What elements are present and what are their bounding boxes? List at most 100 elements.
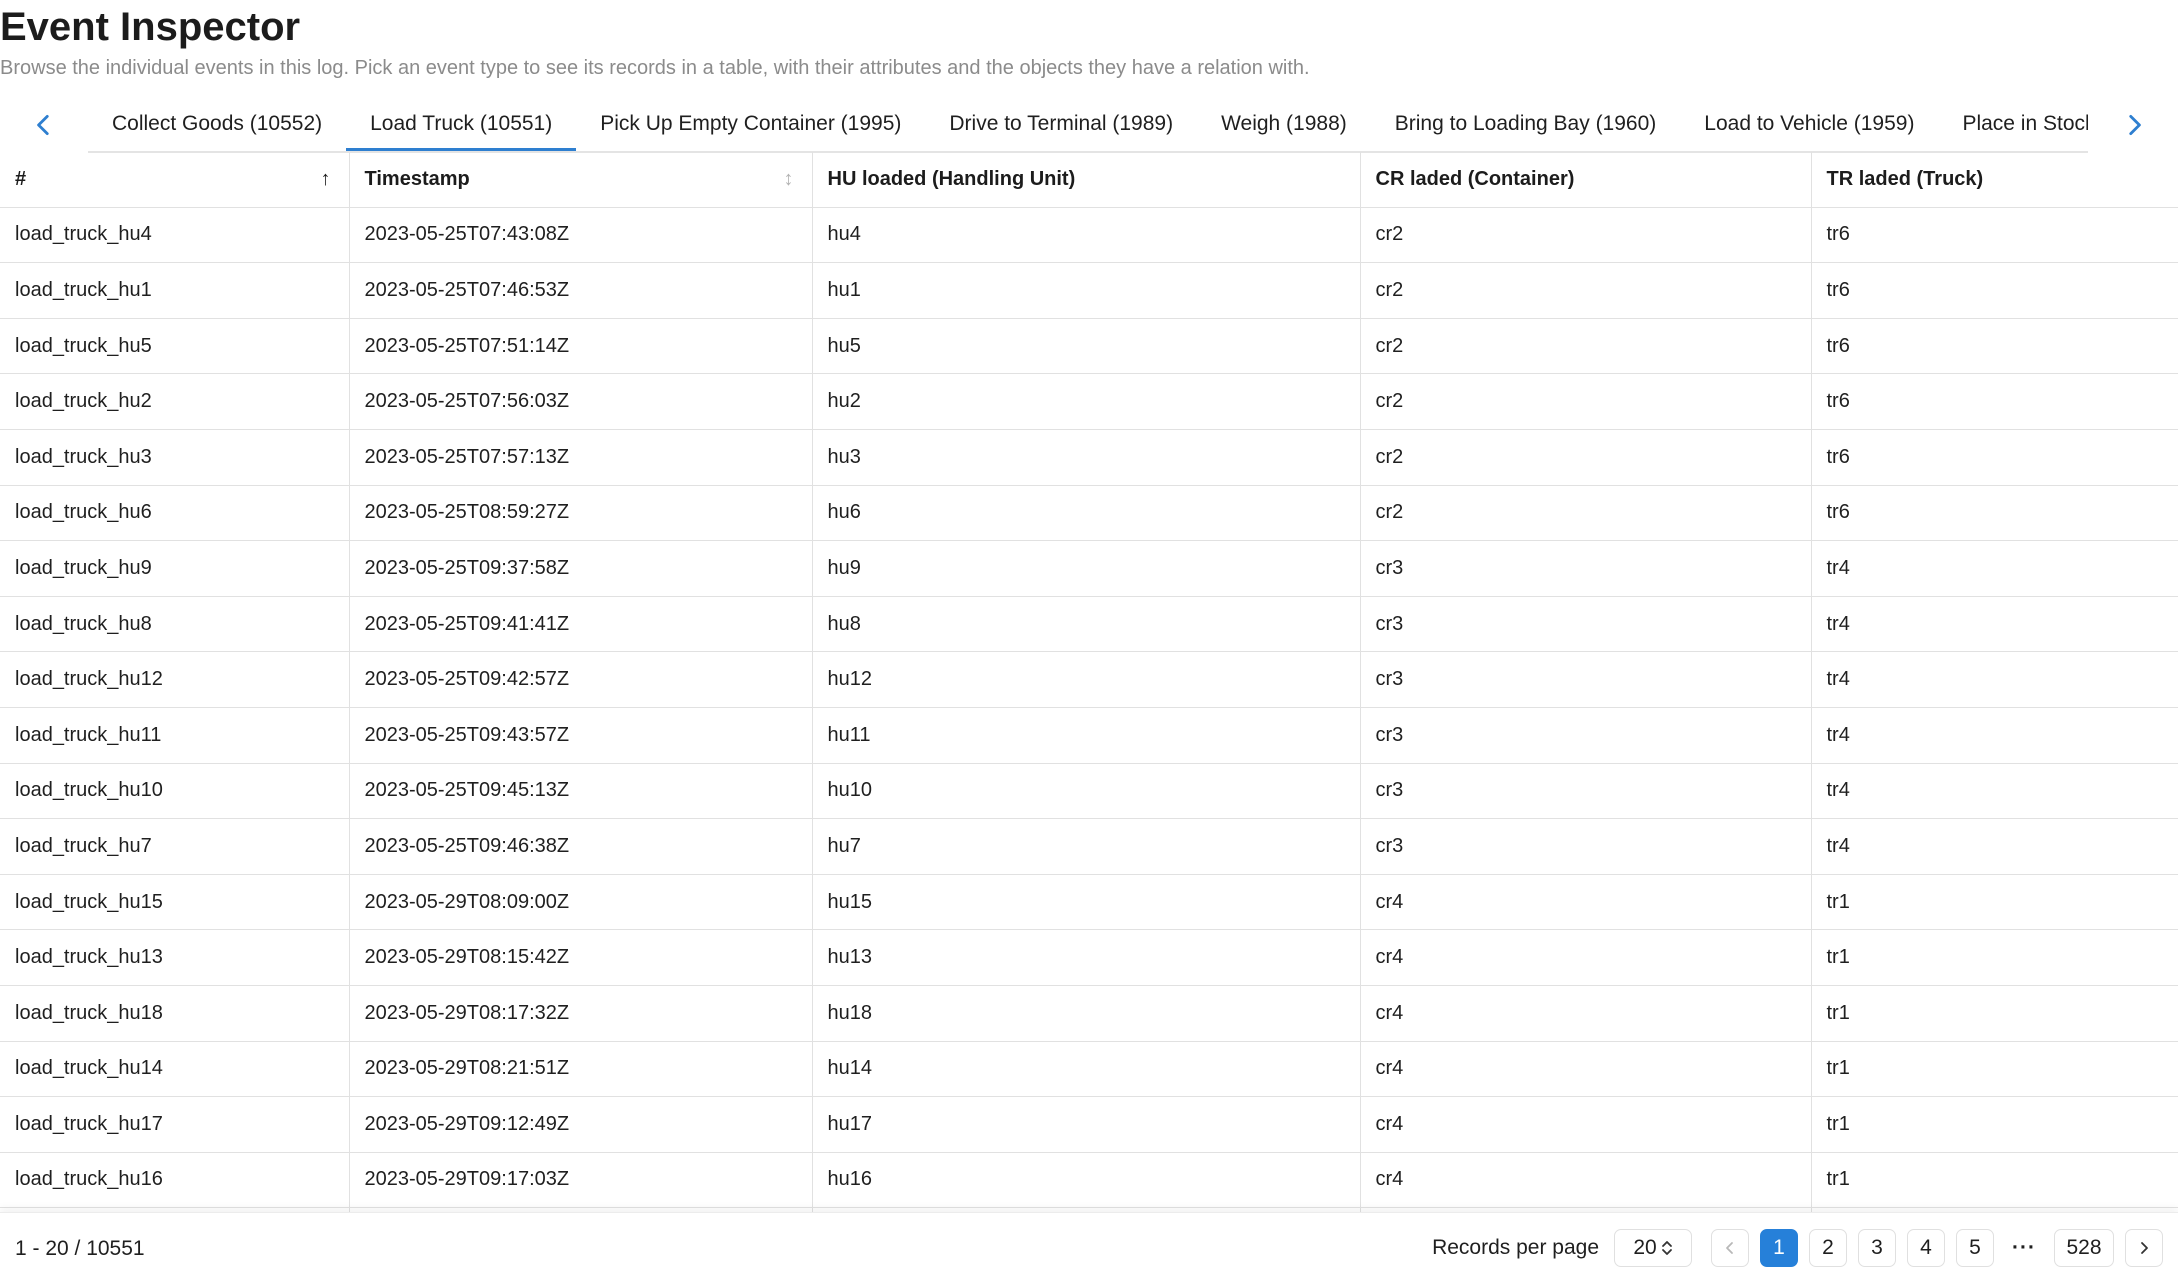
table-row[interactable]: load_truck_hu3 2023-05-25T07:57:13Z hu3 cr2… bbox=[0, 429, 2178, 486]
cell-event-id: load_truck_hu6 bbox=[0, 485, 349, 542]
up-down-chevron-icon bbox=[1661, 1241, 1672, 1255]
cell-event-id: load_truck_hu9 bbox=[0, 540, 349, 597]
table-row[interactable]: load_truck_hu11 2023-05-25T09:43:57Z hu11 c… bbox=[0, 707, 2178, 764]
cell-cr-laded: cr4 bbox=[1359, 929, 1811, 986]
record-range-text: 1 - 20 / 10551 bbox=[15, 1237, 145, 1260]
cell-hu-loaded: hu12 bbox=[811, 651, 1360, 708]
cell-cr-laded: cr2 bbox=[1359, 318, 1811, 375]
table-row[interactable]: load_truck_hu7 2023-05-25T09:46:38Z hu7 cr3… bbox=[0, 818, 2178, 875]
tabs-scroll-left-button[interactable] bbox=[0, 100, 88, 150]
table-row[interactable]: load_truck_hu6 2023-05-25T08:59:27Z hu6 cr2… bbox=[0, 485, 2178, 542]
table-row[interactable]: load_truck_hu12 2023-05-25T09:42:57Z hu12 c… bbox=[0, 651, 2178, 708]
cell-timestamp: 2023-05-29T09:17:03Z bbox=[348, 1152, 812, 1209]
chevron-left-icon bbox=[1726, 1242, 1733, 1254]
chevron-right-icon bbox=[2129, 114, 2141, 136]
column-header-timestamp[interactable]: Timestamp ↕ bbox=[348, 152, 812, 208]
tab-event-type[interactable]: Collect Goods (10552) bbox=[88, 100, 346, 149]
pagination-footer: 1 - 20 / 10551 Records per page 20 12345… bbox=[0, 1212, 2178, 1285]
cell-hu-loaded: hu10 bbox=[811, 763, 1360, 820]
cell-hu-loaded: hu4 bbox=[811, 207, 1360, 264]
column-header-hu-loaded[interactable]: HU loaded (Handling Unit) bbox=[811, 152, 1360, 208]
table-row[interactable]: load_truck_hu5 2023-05-25T07:51:14Z hu5 cr2… bbox=[0, 318, 2178, 375]
page-subtitle: Browse the individual events in this log… bbox=[0, 57, 1310, 79]
table-row[interactable]: load_truck_hu9 2023-05-25T09:37:58Z hu9 cr3… bbox=[0, 540, 2178, 597]
cell-timestamp: 2023-05-25T09:46:38Z bbox=[348, 818, 812, 875]
page-button[interactable]: 2 bbox=[1809, 1229, 1847, 1267]
cell-timestamp: 2023-05-25T09:37:58Z bbox=[348, 540, 812, 597]
table-row[interactable]: load_truck_hu4 2023-05-25T07:43:08Z hu4 cr2… bbox=[0, 207, 2178, 264]
cell-tr-laded: tr6 bbox=[1810, 318, 2178, 375]
cell-event-id: load_truck_hu16 bbox=[0, 1152, 349, 1209]
table-row[interactable]: load_truck_hu1 2023-05-25T07:46:53Z hu1 cr2… bbox=[0, 262, 2178, 319]
tab-event-type[interactable]: Load Truck (10551) bbox=[346, 100, 577, 151]
chevron-left-icon bbox=[37, 114, 49, 136]
table-row[interactable]: load_truck_hu17 2023-05-29T09:12:49Z hu17 c… bbox=[0, 1096, 2178, 1153]
page-button[interactable]: 3 bbox=[1858, 1229, 1896, 1267]
cell-cr-laded: cr4 bbox=[1359, 1152, 1811, 1209]
cell-cr-laded: cr2 bbox=[1359, 262, 1811, 319]
cell-tr-laded: tr1 bbox=[1810, 874, 2178, 931]
next-page-button[interactable] bbox=[2125, 1229, 2163, 1267]
cell-cr-laded: cr2 bbox=[1359, 207, 1811, 264]
events-table-container[interactable]: # ↑ Timestamp ↕ HU loaded (Handling Unit… bbox=[0, 152, 2178, 1212]
cell-hu-loaded: hu2 bbox=[811, 373, 1360, 430]
column-header-label: Timestamp bbox=[364, 167, 470, 190]
column-header-id[interactable]: # ↑ bbox=[0, 152, 349, 208]
cell-timestamp: 2023-05-25T07:56:03Z bbox=[348, 373, 812, 430]
cell-tr-laded: tr4 bbox=[1810, 651, 2178, 708]
cell-tr-laded: tr6 bbox=[1810, 373, 2178, 430]
tab-event-type[interactable]: Drive to Terminal (1989) bbox=[925, 100, 1197, 149]
cell-timestamp: 2023-05-25T07:57:13Z bbox=[348, 429, 812, 486]
tabs-scroll-right-button[interactable] bbox=[2090, 100, 2178, 150]
cell-tr-laded: tr4 bbox=[1810, 596, 2178, 653]
cell-tr-laded: tr4 bbox=[1810, 763, 2178, 820]
cell-hu-loaded: hu13 bbox=[811, 929, 1360, 986]
last-page-button[interactable]: 528 bbox=[2054, 1229, 2114, 1267]
tab-event-type[interactable]: Pick Up Empty Container (1995) bbox=[576, 100, 925, 149]
cell-hu-loaded: hu17 bbox=[811, 1096, 1360, 1153]
cell-event-id: load_truck_hu1 bbox=[0, 262, 349, 319]
page-button[interactable]: 1 bbox=[1760, 1229, 1798, 1267]
table-row[interactable]: load_truck_hu18 2023-05-29T08:17:32Z hu18 c… bbox=[0, 985, 2178, 1042]
previous-page-button[interactable] bbox=[1711, 1229, 1749, 1267]
cell-event-id: load_truck_hu12 bbox=[0, 651, 349, 708]
table-row[interactable]: load_truck_hu2 2023-05-25T07:56:03Z hu2 cr2… bbox=[0, 373, 2178, 430]
table-row[interactable]: load_truck_hu15 2023-05-29T08:09:00Z hu15 c… bbox=[0, 874, 2178, 931]
cell-hu-loaded: hu8 bbox=[811, 596, 1360, 653]
cell-cr-laded: cr2 bbox=[1359, 485, 1811, 542]
tab-event-type[interactable]: Place in Stock bbox=[1938, 100, 2088, 149]
tab-event-type[interactable]: Load to Vehicle (1959) bbox=[1680, 100, 1938, 149]
cell-event-id: load_truck_hu13 bbox=[0, 929, 349, 986]
column-header-label: CR laded (Container) bbox=[1375, 167, 1575, 190]
sort-ascending-icon[interactable]: ↑ bbox=[321, 169, 331, 189]
column-header-label: HU loaded (Handling Unit) bbox=[827, 167, 1076, 190]
cell-cr-laded: cr2 bbox=[1359, 373, 1811, 430]
cell-cr-laded: cr4 bbox=[1359, 1041, 1811, 1098]
table-row[interactable]: load_truck_hu10 2023-05-25T09:45:13Z hu10 c… bbox=[0, 763, 2178, 820]
cell-cr-laded: cr3 bbox=[1359, 540, 1811, 597]
cell-cr-laded: cr2 bbox=[1359, 429, 1811, 486]
cell-event-id: load_truck_hu11 bbox=[0, 707, 349, 764]
table-header-row: # ↑ Timestamp ↕ HU loaded (Handling Unit… bbox=[0, 152, 2178, 208]
records-per-page-select[interactable]: 20 bbox=[1614, 1229, 1692, 1267]
column-header-tr-laded[interactable]: TR laded (Truck) bbox=[1810, 152, 2178, 208]
page-button[interactable]: 5 bbox=[1956, 1229, 1994, 1267]
cell-cr-laded: cr4 bbox=[1359, 985, 1811, 1042]
column-header-cr-laded[interactable]: CR laded (Container) bbox=[1359, 152, 1811, 208]
cell-tr-laded: tr4 bbox=[1810, 540, 2178, 597]
page-button[interactable]: 4 bbox=[1907, 1229, 1945, 1267]
cell-timestamp: 2023-05-25T07:51:14Z bbox=[348, 318, 812, 375]
tab-event-type[interactable]: Weigh (1988) bbox=[1197, 100, 1371, 149]
cell-timestamp: 2023-05-25T09:45:13Z bbox=[348, 763, 812, 820]
cell-cr-laded: cr3 bbox=[1359, 818, 1811, 875]
cell-hu-loaded: hu11 bbox=[811, 707, 1360, 764]
cell-hu-loaded: hu6 bbox=[811, 485, 1360, 542]
table-row[interactable]: load_truck_hu16 2023-05-29T09:17:03Z hu16 c… bbox=[0, 1152, 2178, 1209]
cell-timestamp: 2023-05-29T09:12:49Z bbox=[348, 1096, 812, 1153]
sort-unsorted-icon[interactable]: ↕ bbox=[784, 169, 794, 189]
table-row[interactable]: load_truck_hu14 2023-05-29T08:21:51Z hu14 c… bbox=[0, 1041, 2178, 1098]
cell-tr-laded: tr1 bbox=[1810, 1041, 2178, 1098]
tab-event-type[interactable]: Bring to Loading Bay (1960) bbox=[1371, 100, 1681, 149]
table-row[interactable]: load_truck_hu13 2023-05-29T08:15:42Z hu13 c… bbox=[0, 929, 2178, 986]
table-row[interactable]: load_truck_hu8 2023-05-25T09:41:41Z hu8 cr3… bbox=[0, 596, 2178, 653]
